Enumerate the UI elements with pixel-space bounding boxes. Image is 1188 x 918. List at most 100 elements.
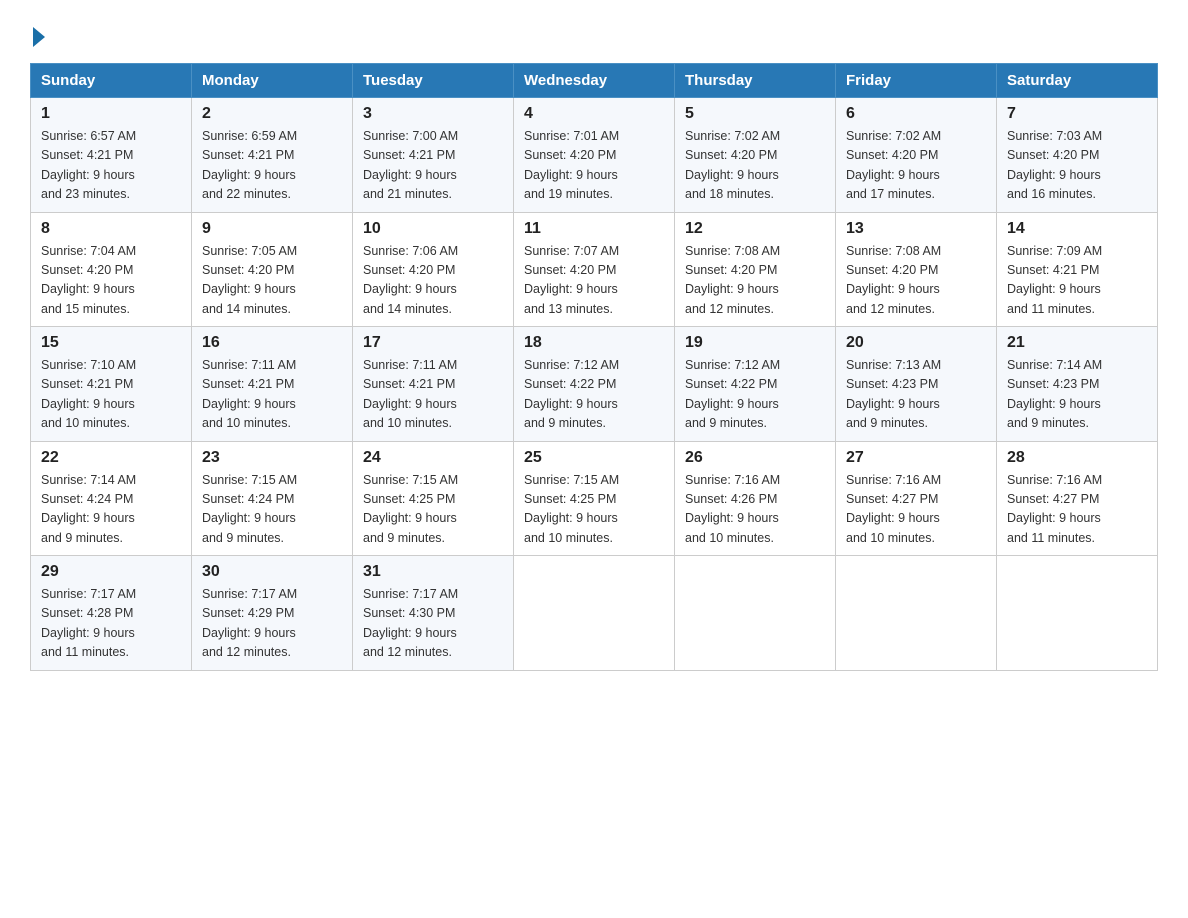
calendar-cell: [836, 556, 997, 671]
calendar-week-1: 1Sunrise: 6:57 AMSunset: 4:21 PMDaylight…: [31, 98, 1158, 213]
day-info: Sunrise: 7:08 AMSunset: 4:20 PMDaylight:…: [685, 242, 825, 320]
day-number: 17: [363, 334, 503, 352]
day-info: Sunrise: 7:07 AMSunset: 4:20 PMDaylight:…: [524, 242, 664, 320]
day-info: Sunrise: 7:11 AMSunset: 4:21 PMDaylight:…: [202, 356, 342, 434]
weekday-header-tuesday: Tuesday: [353, 64, 514, 98]
calendar-cell: 17 Sunrise: 7:11 AMSunset: 4:21 PMDayligh…: [353, 327, 514, 442]
calendar-cell: 31 Sunrise: 7:17 AMSunset: 4:30 PMDayligh…: [353, 556, 514, 671]
day-info: Sunrise: 7:13 AMSunset: 4:23 PMDaylight:…: [846, 356, 986, 434]
day-number: 5: [685, 105, 825, 123]
day-number: 19: [685, 334, 825, 352]
logo: [30, 20, 45, 45]
calendar-cell: [997, 556, 1158, 671]
calendar-cell: 20 Sunrise: 7:13 AMSunset: 4:23 PMDayligh…: [836, 327, 997, 442]
weekday-header-sunday: Sunday: [31, 64, 192, 98]
calendar-cell: 4Sunrise: 7:01 AMSunset: 4:20 PMDaylight…: [514, 98, 675, 213]
calendar-cell: 19 Sunrise: 7:12 AMSunset: 4:22 PMDayligh…: [675, 327, 836, 442]
day-info: Sunrise: 7:15 AMSunset: 4:25 PMDaylight:…: [363, 471, 503, 549]
day-info: Sunrise: 7:08 AMSunset: 4:20 PMDaylight:…: [846, 242, 986, 320]
calendar-cell: 16 Sunrise: 7:11 AMSunset: 4:21 PMDayligh…: [192, 327, 353, 442]
day-number: 25: [524, 449, 664, 467]
calendar-cell: [514, 556, 675, 671]
weekday-header-saturday: Saturday: [997, 64, 1158, 98]
calendar-cell: 24 Sunrise: 7:15 AMSunset: 4:25 PMDayligh…: [353, 441, 514, 556]
calendar-cell: [675, 556, 836, 671]
calendar-cell: 1Sunrise: 6:57 AMSunset: 4:21 PMDaylight…: [31, 98, 192, 213]
calendar-cell: 10 Sunrise: 7:06 AMSunset: 4:20 PMDayligh…: [353, 212, 514, 327]
day-info: Sunrise: 7:17 AMSunset: 4:29 PMDaylight:…: [202, 585, 342, 663]
calendar-cell: 6 Sunrise: 7:02 AMSunset: 4:20 PMDaylight…: [836, 98, 997, 213]
day-number: 30: [202, 563, 342, 581]
day-info: Sunrise: 7:14 AMSunset: 4:23 PMDaylight:…: [1007, 356, 1147, 434]
day-number: 8: [41, 220, 181, 238]
day-info: Sunrise: 7:02 AMSunset: 4:20 PMDaylight:…: [846, 127, 986, 205]
calendar-cell: 3 Sunrise: 7:00 AMSunset: 4:21 PMDaylight…: [353, 98, 514, 213]
calendar-cell: 27Sunrise: 7:16 AMSunset: 4:27 PMDayligh…: [836, 441, 997, 556]
weekday-header-row: SundayMondayTuesdayWednesdayThursdayFrid…: [31, 64, 1158, 98]
calendar-cell: 30 Sunrise: 7:17 AMSunset: 4:29 PMDayligh…: [192, 556, 353, 671]
day-number: 14: [1007, 220, 1147, 238]
day-info: Sunrise: 7:17 AMSunset: 4:30 PMDaylight:…: [363, 585, 503, 663]
calendar-cell: 7Sunrise: 7:03 AMSunset: 4:20 PMDaylight…: [997, 98, 1158, 213]
calendar-week-4: 22 Sunrise: 7:14 AMSunset: 4:24 PMDayligh…: [31, 441, 1158, 556]
day-number: 20: [846, 334, 986, 352]
calendar-cell: 15Sunrise: 7:10 AMSunset: 4:21 PMDayligh…: [31, 327, 192, 442]
weekday-header-wednesday: Wednesday: [514, 64, 675, 98]
weekday-header-thursday: Thursday: [675, 64, 836, 98]
calendar-cell: 13 Sunrise: 7:08 AMSunset: 4:20 PMDayligh…: [836, 212, 997, 327]
day-info: Sunrise: 7:00 AMSunset: 4:21 PMDaylight:…: [363, 127, 503, 205]
day-info: Sunrise: 7:12 AMSunset: 4:22 PMDaylight:…: [685, 356, 825, 434]
calendar-cell: 2 Sunrise: 6:59 AMSunset: 4:21 PMDaylight…: [192, 98, 353, 213]
day-number: 12: [685, 220, 825, 238]
day-info: Sunrise: 7:05 AMSunset: 4:20 PMDaylight:…: [202, 242, 342, 320]
day-number: 11: [524, 220, 664, 238]
calendar-body: 1Sunrise: 6:57 AMSunset: 4:21 PMDaylight…: [31, 98, 1158, 671]
calendar-cell: 21Sunrise: 7:14 AMSunset: 4:23 PMDayligh…: [997, 327, 1158, 442]
day-number: 27: [846, 449, 986, 467]
day-number: 4: [524, 105, 664, 123]
day-info: Sunrise: 7:02 AMSunset: 4:20 PMDaylight:…: [685, 127, 825, 205]
calendar-week-3: 15Sunrise: 7:10 AMSunset: 4:21 PMDayligh…: [31, 327, 1158, 442]
day-number: 9: [202, 220, 342, 238]
day-number: 1: [41, 105, 181, 123]
day-number: 23: [202, 449, 342, 467]
calendar-cell: 12 Sunrise: 7:08 AMSunset: 4:20 PMDayligh…: [675, 212, 836, 327]
calendar-cell: 22 Sunrise: 7:14 AMSunset: 4:24 PMDayligh…: [31, 441, 192, 556]
day-number: 31: [363, 563, 503, 581]
day-info: Sunrise: 6:59 AMSunset: 4:21 PMDaylight:…: [202, 127, 342, 205]
day-number: 28: [1007, 449, 1147, 467]
logo-triangle-icon: [33, 27, 45, 47]
weekday-header-monday: Monday: [192, 64, 353, 98]
day-info: Sunrise: 7:16 AMSunset: 4:27 PMDaylight:…: [1007, 471, 1147, 549]
day-number: 22: [41, 449, 181, 467]
calendar-cell: 25Sunrise: 7:15 AMSunset: 4:25 PMDayligh…: [514, 441, 675, 556]
day-number: 3: [363, 105, 503, 123]
calendar-week-2: 8 Sunrise: 7:04 AMSunset: 4:20 PMDaylight…: [31, 212, 1158, 327]
day-info: Sunrise: 7:06 AMSunset: 4:20 PMDaylight:…: [363, 242, 503, 320]
day-info: Sunrise: 7:17 AMSunset: 4:28 PMDaylight:…: [41, 585, 181, 663]
day-number: 10: [363, 220, 503, 238]
calendar-cell: 8 Sunrise: 7:04 AMSunset: 4:20 PMDaylight…: [31, 212, 192, 327]
calendar-cell: 9 Sunrise: 7:05 AMSunset: 4:20 PMDaylight…: [192, 212, 353, 327]
day-info: Sunrise: 7:15 AMSunset: 4:24 PMDaylight:…: [202, 471, 342, 549]
day-info: Sunrise: 7:09 AMSunset: 4:21 PMDaylight:…: [1007, 242, 1147, 320]
calendar-cell: 23 Sunrise: 7:15 AMSunset: 4:24 PMDayligh…: [192, 441, 353, 556]
day-number: 6: [846, 105, 986, 123]
day-number: 24: [363, 449, 503, 467]
day-info: Sunrise: 7:16 AMSunset: 4:26 PMDaylight:…: [685, 471, 825, 549]
day-info: Sunrise: 7:14 AMSunset: 4:24 PMDaylight:…: [41, 471, 181, 549]
day-info: Sunrise: 7:11 AMSunset: 4:21 PMDaylight:…: [363, 356, 503, 434]
day-number: 16: [202, 334, 342, 352]
day-number: 29: [41, 563, 181, 581]
day-info: Sunrise: 7:12 AMSunset: 4:22 PMDaylight:…: [524, 356, 664, 434]
day-info: Sunrise: 7:10 AMSunset: 4:21 PMDaylight:…: [41, 356, 181, 434]
day-number: 2: [202, 105, 342, 123]
calendar-cell: 11 Sunrise: 7:07 AMSunset: 4:20 PMDayligh…: [514, 212, 675, 327]
calendar-cell: 26 Sunrise: 7:16 AMSunset: 4:26 PMDayligh…: [675, 441, 836, 556]
day-number: 13: [846, 220, 986, 238]
day-info: Sunrise: 7:04 AMSunset: 4:20 PMDaylight:…: [41, 242, 181, 320]
calendar-cell: 14 Sunrise: 7:09 AMSunset: 4:21 PMDayligh…: [997, 212, 1158, 327]
calendar-header: SundayMondayTuesdayWednesdayThursdayFrid…: [31, 64, 1158, 98]
day-number: 26: [685, 449, 825, 467]
day-number: 7: [1007, 105, 1147, 123]
